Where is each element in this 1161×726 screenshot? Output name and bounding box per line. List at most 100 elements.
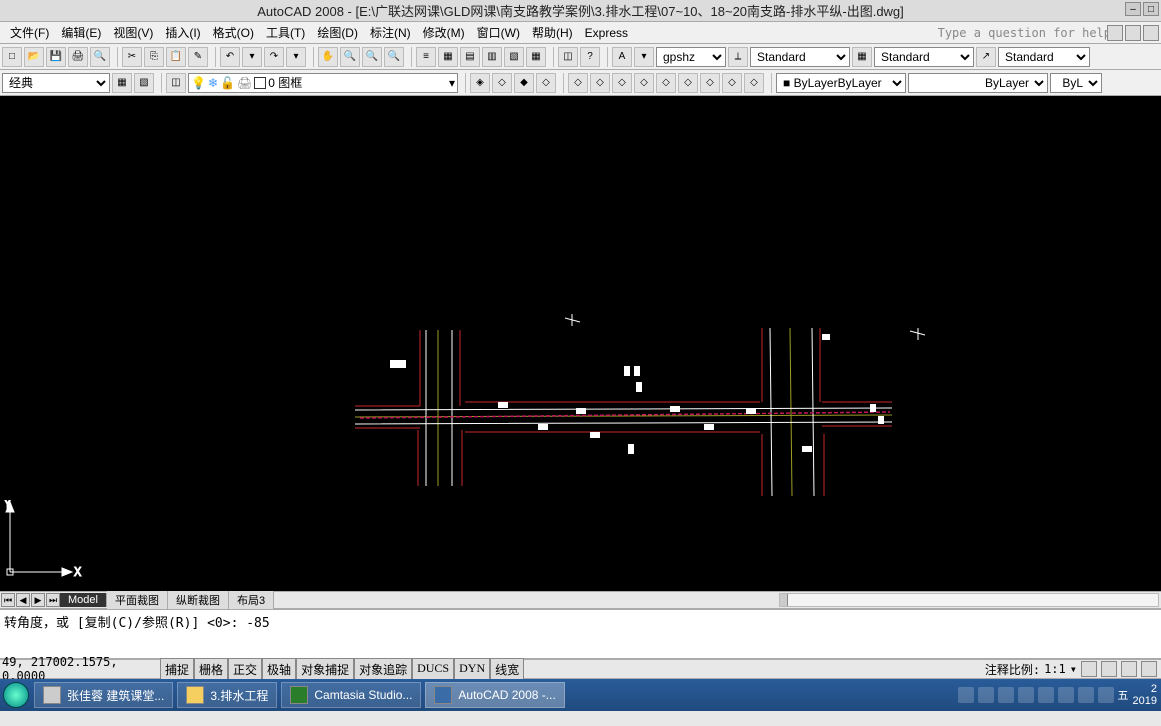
mode-ducs[interactable]: DUCS — [412, 658, 454, 681]
favorites-icon[interactable] — [1143, 25, 1159, 41]
tab-nav-next[interactable]: ▶ — [31, 593, 45, 607]
tray-icon-1[interactable] — [958, 687, 974, 703]
minimize-button[interactable]: – — [1125, 2, 1141, 16]
zoom-rt-icon[interactable]: 🔍 — [340, 47, 360, 67]
cut-icon[interactable]: ✂ — [122, 47, 142, 67]
textstyle-drop-icon[interactable]: ▾ — [634, 47, 654, 67]
model-viewport[interactable]: Y X — [0, 96, 1161, 591]
tray-icon-5[interactable] — [1038, 687, 1054, 703]
menu-format[interactable]: 格式(O) — [207, 22, 260, 43]
vs-icon-1[interactable]: ▦ — [112, 73, 132, 93]
layer-iso-icon[interactable]: ◈ — [470, 73, 490, 93]
tray-icon-6[interactable] — [1058, 687, 1074, 703]
vs-icon-2[interactable]: ▧ — [134, 73, 154, 93]
commcenter-icon[interactable] — [1125, 25, 1141, 41]
quickcalc-icon[interactable]: ▦ — [526, 47, 546, 67]
restore-button[interactable]: □ — [1143, 2, 1159, 16]
search-icon[interactable] — [1107, 25, 1123, 41]
designcenter-icon[interactable]: ▦ — [438, 47, 458, 67]
mode-lwt[interactable]: 线宽 — [490, 658, 524, 681]
lo-6-icon[interactable]: ◇ — [678, 73, 698, 93]
taskbar-item-0[interactable]: 张佳蓉 建筑课堂... — [34, 682, 173, 708]
properties-icon[interactable]: ≡ — [416, 47, 436, 67]
mode-ortho[interactable]: 正交 — [228, 658, 262, 681]
textstyle-select[interactable]: gpshz — [656, 47, 726, 67]
color-select[interactable]: ■ ByLayerByLayer — [776, 73, 906, 93]
mleaderstyle-icon[interactable]: ↗ — [976, 47, 996, 67]
menu-view[interactable]: 视图(V) — [107, 22, 159, 43]
tray-icon-7[interactable] — [1078, 687, 1094, 703]
taskbar-item-2[interactable]: Camtasia Studio... — [281, 682, 421, 708]
lo-1-icon[interactable]: ◇ — [568, 73, 588, 93]
menu-window[interactable]: 窗口(W) — [471, 22, 526, 43]
mode-otrack[interactable]: 对象追踪 — [354, 658, 412, 681]
layer-walk-icon[interactable]: ◇ — [536, 73, 556, 93]
markup-icon[interactable]: ▧ — [504, 47, 524, 67]
undo-icon[interactable]: ↶ — [220, 47, 240, 67]
lo-5-icon[interactable]: ◇ — [656, 73, 676, 93]
menu-help[interactable]: 帮助(H) — [526, 22, 579, 43]
pan-icon[interactable]: ✋ — [318, 47, 338, 67]
layermgr-icon[interactable]: ◫ — [166, 73, 186, 93]
annoauto-icon[interactable] — [1101, 661, 1117, 677]
lo-8-icon[interactable]: ◇ — [722, 73, 742, 93]
block-icon[interactable]: ◫ — [558, 47, 578, 67]
lo-7-icon[interactable]: ◇ — [700, 73, 720, 93]
menu-edit[interactable]: 编辑(E) — [55, 22, 107, 43]
textstyle-icon[interactable]: A — [612, 47, 632, 67]
menu-tools[interactable]: 工具(T) — [260, 22, 311, 43]
lo-2-icon[interactable]: ◇ — [590, 73, 610, 93]
menu-express[interactable]: Express — [579, 24, 634, 42]
redo-icon[interactable]: ↷ — [264, 47, 284, 67]
tray-icon-3[interactable] — [998, 687, 1014, 703]
tab-layout-1[interactable]: 平面裁图 — [107, 591, 168, 609]
layer-state-icon[interactable]: ◆ — [514, 73, 534, 93]
tray-clock[interactable]: 2 2019 — [1133, 683, 1157, 707]
zoom-win-icon[interactable]: 🔍 — [362, 47, 382, 67]
save-icon[interactable]: 💾 — [46, 47, 66, 67]
tab-nav-prev[interactable]: ◀ — [16, 593, 30, 607]
tray-ime[interactable]: 五 — [1118, 687, 1129, 703]
help-search-input[interactable]: Type a question for help — [938, 26, 1111, 40]
menu-insert[interactable]: 插入(I) — [159, 22, 206, 43]
visualstyle-select[interactable]: 经典 — [2, 73, 110, 93]
annoviz-icon[interactable] — [1081, 661, 1097, 677]
tray-icon-4[interactable] — [1018, 687, 1034, 703]
sheetset-icon[interactable]: ▥ — [482, 47, 502, 67]
toolpalette-icon[interactable]: ▤ — [460, 47, 480, 67]
menu-file[interactable]: 文件(F) — [4, 22, 55, 43]
tab-nav-last[interactable]: ⏭ — [46, 593, 60, 607]
taskbar-item-1[interactable]: 3.排水工程 — [177, 682, 277, 708]
tab-layout-2[interactable]: 纵断裁图 — [168, 591, 229, 609]
taskbar-item-3[interactable]: AutoCAD 2008 -... — [425, 682, 564, 708]
zoom-prev-icon[interactable]: 🔍 — [384, 47, 404, 67]
dimstyle1-select[interactable]: Standard — [750, 47, 850, 67]
lock-icon[interactable] — [1121, 661, 1137, 677]
lo-3-icon[interactable]: ◇ — [612, 73, 632, 93]
annoscale-value[interactable]: 1:1 — [1044, 662, 1066, 676]
linetype-select[interactable]: ByLayer — [908, 73, 1048, 93]
mode-dyn[interactable]: DYN — [454, 658, 490, 681]
lo-4-icon[interactable]: ◇ — [634, 73, 654, 93]
lo-9-icon[interactable]: ◇ — [744, 73, 764, 93]
menu-draw[interactable]: 绘图(D) — [311, 22, 364, 43]
status-tray-icon[interactable] — [1141, 661, 1157, 677]
preview-icon[interactable]: 🔍 — [90, 47, 110, 67]
mode-polar[interactable]: 极轴 — [262, 658, 296, 681]
dimstyle2-select[interactable]: Standard — [874, 47, 974, 67]
open-icon[interactable]: 📂 — [24, 47, 44, 67]
undo-drop-icon[interactable]: ▾ — [242, 47, 262, 67]
tab-layout-3[interactable]: 布局3 — [229, 591, 274, 609]
menu-modify[interactable]: 修改(M) — [417, 22, 471, 43]
tab-model[interactable]: Model — [60, 593, 107, 607]
help-icon[interactable]: ? — [580, 47, 600, 67]
layer-prev-icon[interactable]: ◇ — [492, 73, 512, 93]
dimstyle3-select[interactable]: Standard — [998, 47, 1090, 67]
copy-icon[interactable]: ⎘ — [144, 47, 164, 67]
start-button[interactable] — [0, 679, 32, 711]
tab-nav-first[interactable]: ⏮ — [1, 593, 15, 607]
matchprop-icon[interactable]: ✎ — [188, 47, 208, 67]
menu-dimension[interactable]: 标注(N) — [364, 22, 417, 43]
mode-snap[interactable]: 捕捉 — [160, 658, 194, 681]
tray-icon-8[interactable] — [1098, 687, 1114, 703]
